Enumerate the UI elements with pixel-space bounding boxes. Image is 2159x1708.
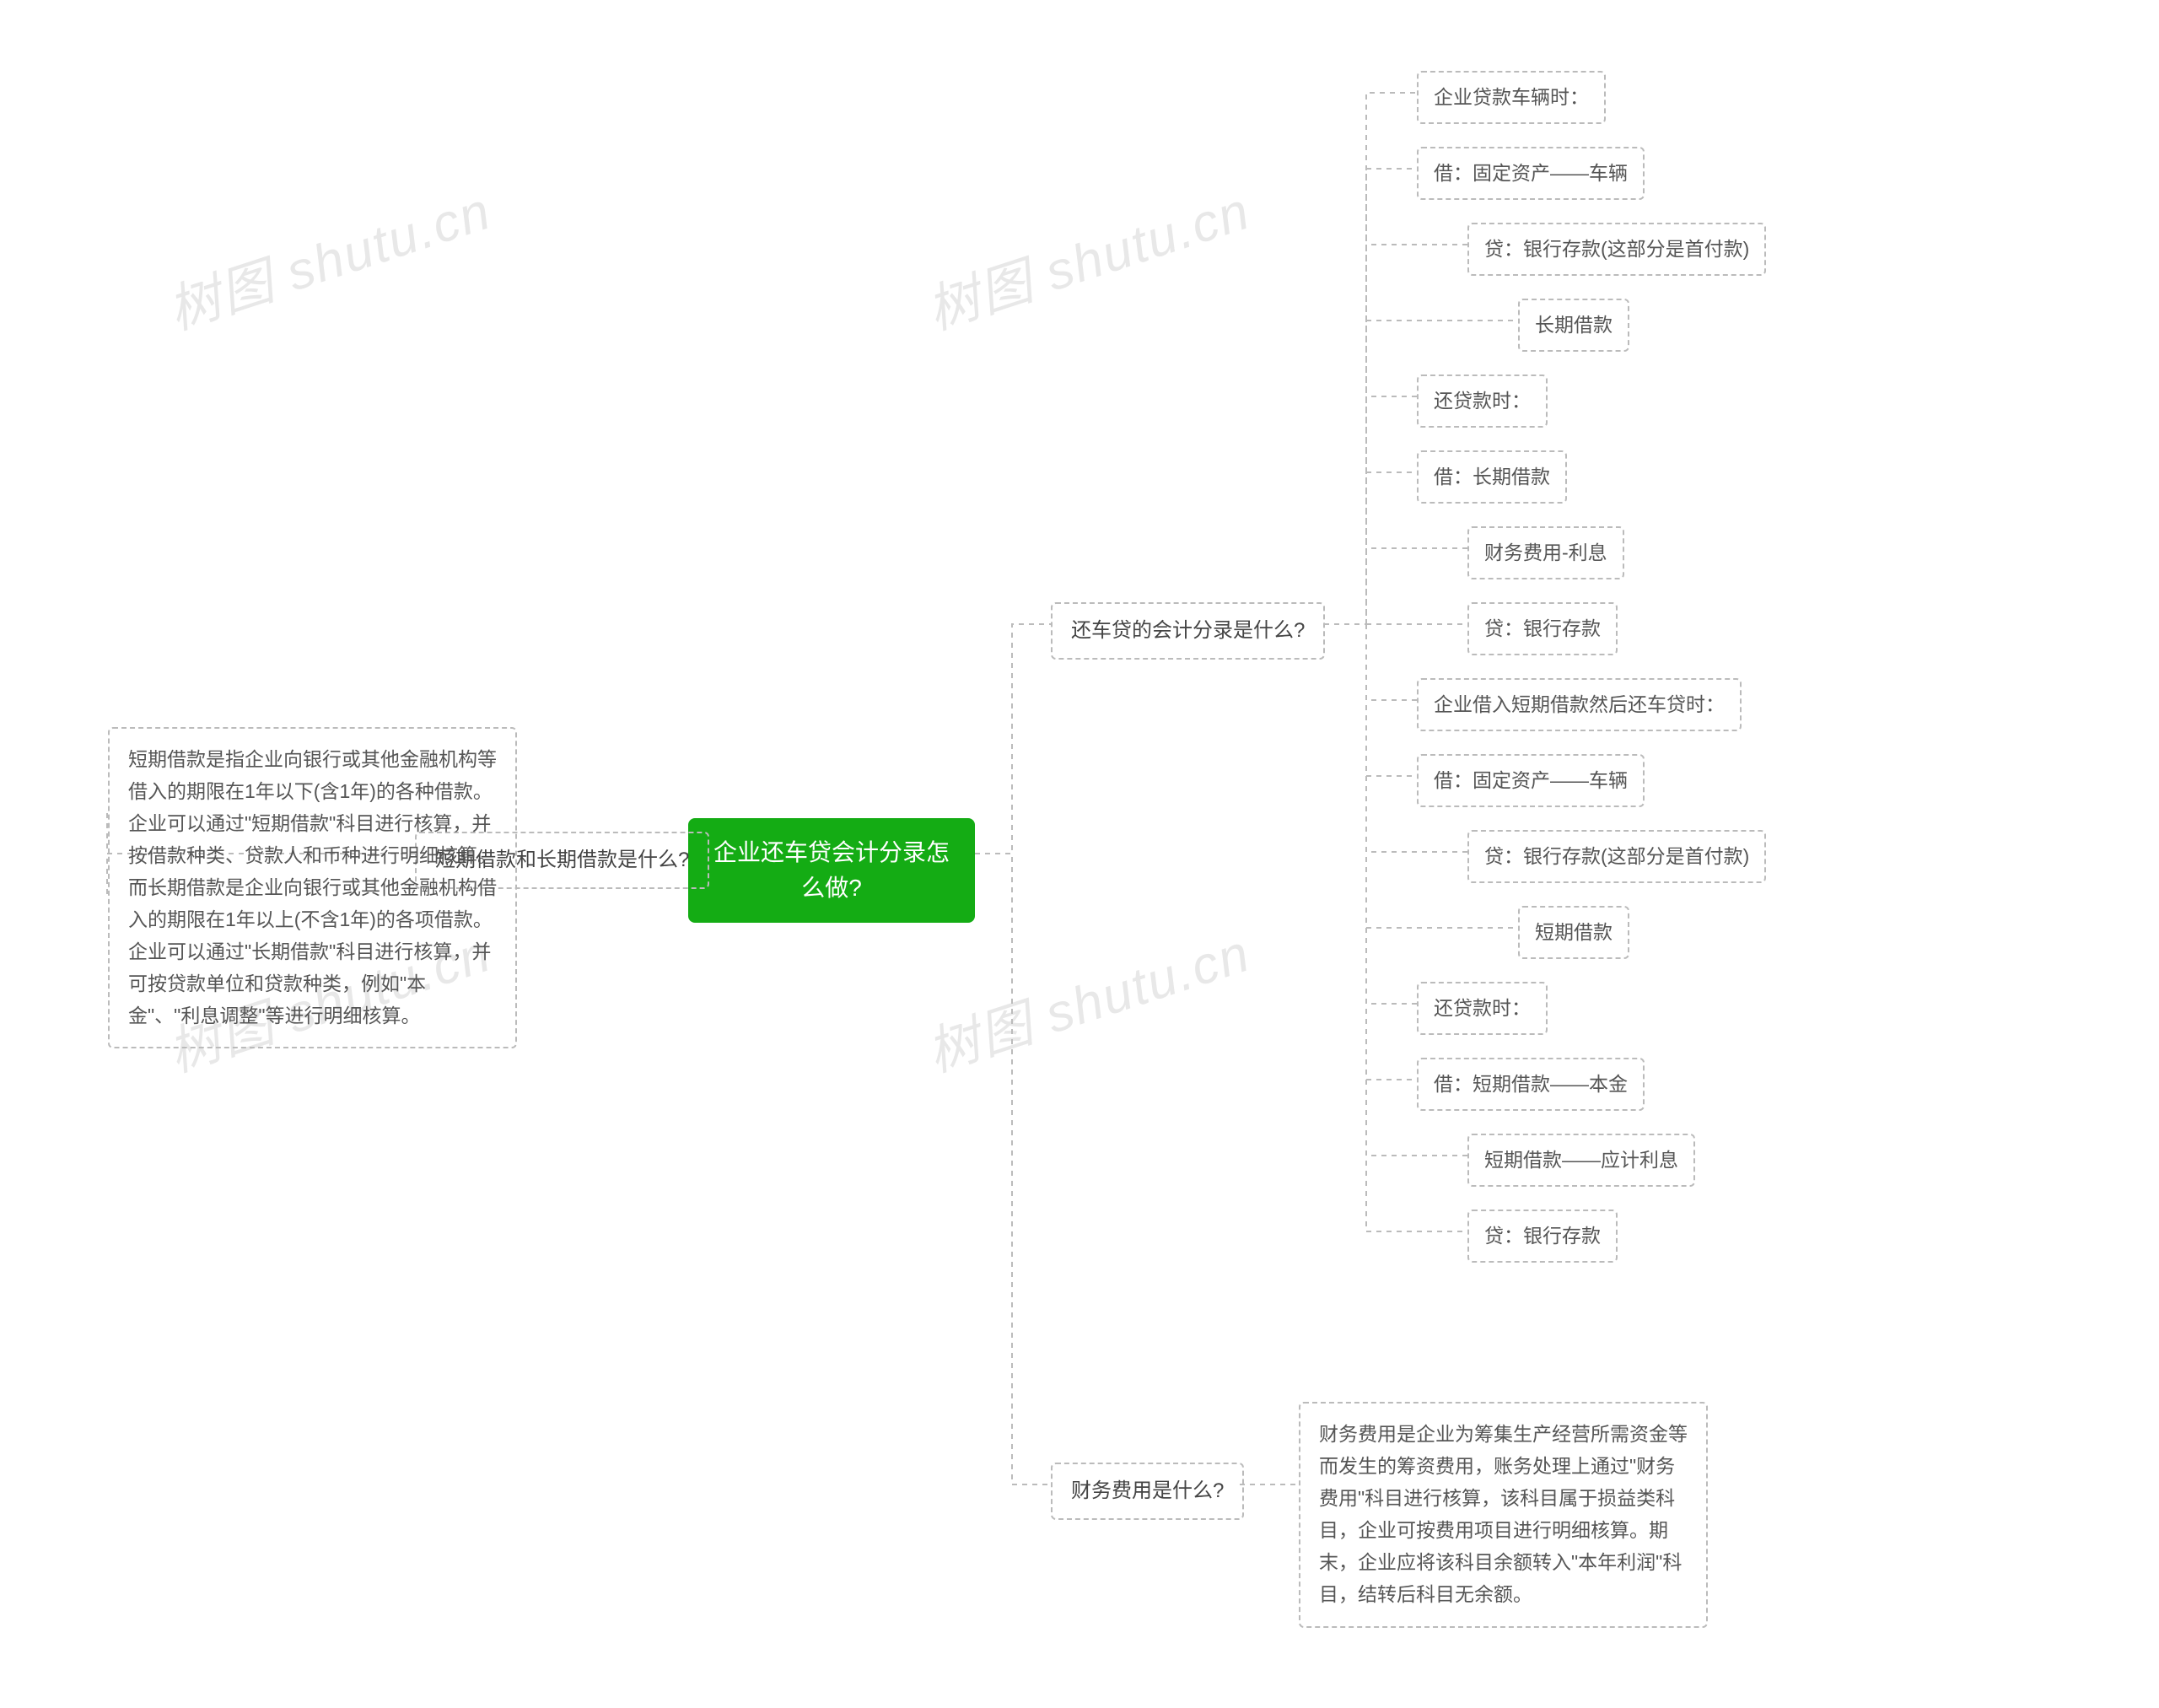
leaf-item[interactable]: 长期借款	[1518, 299, 1629, 352]
leaf-item[interactable]: 贷：银行存款(这部分是首付款)	[1467, 223, 1766, 276]
leaf-item[interactable]: 贷：银行存款	[1467, 1210, 1618, 1263]
leaf-item[interactable]: 短期借款——应计利息	[1467, 1134, 1695, 1187]
leaf-item[interactable]: 短期借款	[1518, 906, 1629, 959]
watermark: 树图 shutu.cn	[157, 168, 499, 343]
mindmap-canvas: 树图 shutu.cn 树图 shutu.cn 树图 shutu.cn 树图 s…	[0, 0, 2159, 1708]
leaf-item[interactable]: 借：固定资产——车辆	[1417, 754, 1645, 807]
leaf-item[interactable]: 还贷款时：	[1417, 982, 1548, 1035]
leaf-item[interactable]: 企业借入短期借款然后还车贷时：	[1417, 678, 1742, 731]
leaf-item[interactable]: 借：短期借款——本金	[1417, 1058, 1645, 1111]
watermark: 树图 shutu.cn	[916, 168, 1258, 343]
leaf-item[interactable]: 财务费用-利息	[1467, 526, 1624, 579]
leaf-item[interactable]: 贷：银行存款(这部分是首付款)	[1467, 830, 1766, 883]
leaf-item[interactable]: 企业贷款车辆时：	[1417, 71, 1606, 124]
left-description: 短期借款是指企业向银行或其他金融机构等借入的期限在1年以下(含1年)的各种借款。…	[108, 727, 517, 1048]
branch-right-2[interactable]: 财务费用是什么?	[1051, 1463, 1244, 1520]
leaf-item[interactable]: 借：固定资产——车辆	[1417, 147, 1645, 200]
right-description-2: 财务费用是企业为筹集生产经营所需资金等而发生的筹资费用，账务处理上通过"财务费用…	[1299, 1402, 1708, 1628]
branch-right-1[interactable]: 还车贷的会计分录是什么?	[1051, 602, 1325, 660]
leaf-item[interactable]: 还贷款时：	[1417, 374, 1548, 428]
leaf-item[interactable]: 借：长期借款	[1417, 450, 1567, 504]
leaf-item[interactable]: 贷：银行存款	[1467, 602, 1618, 655]
root-node[interactable]: 企业还车贷会计分录怎么做?	[688, 818, 975, 923]
watermark: 树图 shutu.cn	[916, 910, 1258, 1086]
